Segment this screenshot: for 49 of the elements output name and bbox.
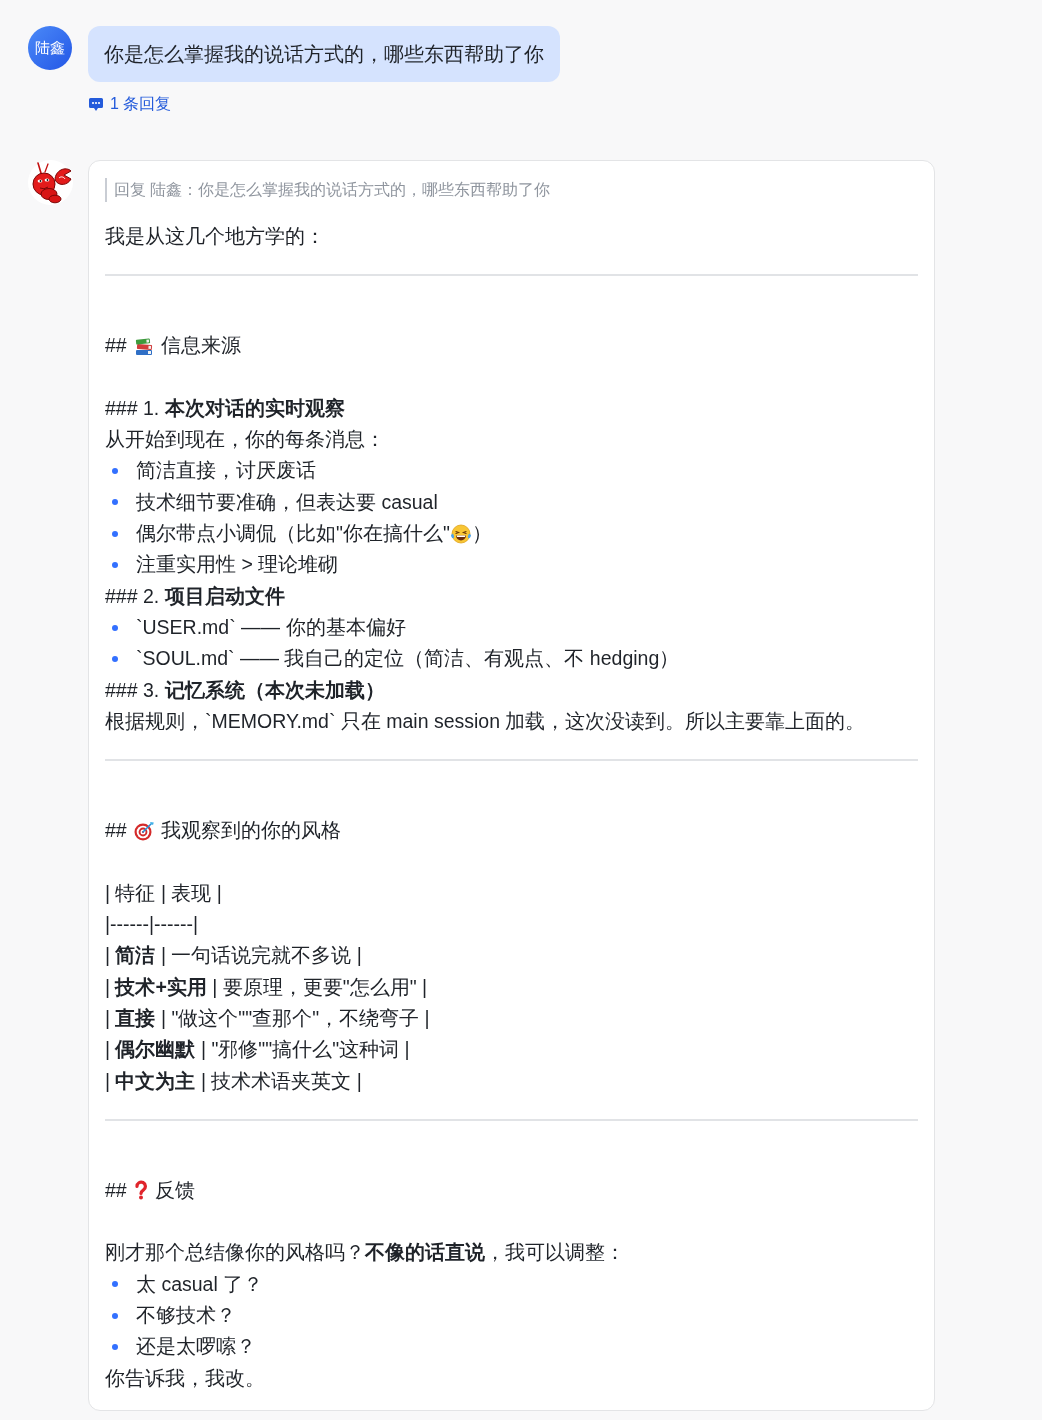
lobster-avatar [28, 160, 73, 205]
text-line: ### 1. 本次对话的实时观察 [105, 395, 346, 421]
heading-marker: ## [105, 1177, 127, 1203]
text-line: 从开始到现在，你的每条消息： [105, 427, 386, 453]
bullet-icon [112, 530, 118, 537]
bullet-icon [112, 499, 118, 506]
text-line: 刚才那个总结像你的风格吗？不像的话直说，我可以调整： [105, 1240, 626, 1266]
target-icon [133, 820, 154, 841]
text-line: ### 3. 记忆系统（本次未加载） [105, 677, 386, 703]
text-line: | 简洁 | 一句话说完就不多说 | [105, 943, 363, 969]
bullet-icon [112, 624, 118, 631]
text-line: | 直接 | "做这个""查那个"，不绕弯子 | [105, 1005, 431, 1031]
bullet-icon [112, 1343, 118, 1350]
heading-text: 反馈 [154, 1177, 195, 1203]
bullet-icon [112, 1281, 118, 1288]
message-bubble: 你是怎么掌握我的说话方式的，哪些东西帮助了你 [88, 26, 560, 82]
text-line: 根据规则，`MEMORY.md` 只在 main session 加载，这次没读到。所以主要靠上面的。 [105, 708, 867, 734]
text-line: 你告诉我，我改。 [105, 1365, 266, 1391]
laughing-face-icon [449, 523, 472, 544]
heading-text: 信息来源 [160, 333, 241, 359]
list-item-text: 太 casual 了？ [136, 1271, 264, 1297]
comment-icon [88, 96, 104, 112]
reply-quote: 回复 陆鑫：你是怎么掌握我的说话方式的，哪些东西帮助了你 [105, 178, 918, 202]
text-line: 我是从这几个地方学的： [105, 224, 326, 249]
list-item-text: 技术细节要准确，但表达要 casual [136, 489, 438, 515]
list-item-text: 不够技术？ [136, 1303, 236, 1328]
books-icon [133, 335, 154, 356]
text-line: ### 2. 项目启动文件 [105, 583, 286, 609]
text-line: |------|------| [105, 912, 200, 938]
bullet-icon [112, 655, 118, 662]
text-line: | 中文为主 | 技术术语夹英文 | [105, 1068, 363, 1094]
list-item-text: 偶尔带点小调侃（比如"你在搞什么" ） [136, 521, 492, 547]
bullet-icon [112, 1312, 118, 1319]
list-item-text: 简洁直接，讨厌废话 [136, 458, 316, 484]
reply-count-link[interactable]: 1 条回复 [88, 93, 172, 115]
text-line: | 特征 | 表现 | [105, 880, 223, 906]
bullet-icon [112, 468, 118, 475]
list-item-text: 还是太啰嗦？ [136, 1334, 256, 1360]
text-line: | 偶尔幽默 | "邪修""搞什么"这种词 | [105, 1037, 411, 1063]
list-item-text: 注重实用性 > 理论堆砌 [136, 552, 339, 578]
user-avatar: 陆鑫 [28, 26, 72, 70]
list-item-text: `USER.md` —— 你的基本偏好 [136, 614, 406, 640]
list-item-text: `SOUL.md` —— 我自己的定位（简洁、有观点、不 hedging） [136, 646, 680, 672]
bullet-icon [112, 562, 118, 568]
question-mark-icon [133, 1180, 148, 1201]
text-line: | 技术+实用 | 要原理，更要"怎么用" | [105, 974, 429, 1000]
heading-text: 我观察到的你的风格 [160, 818, 341, 844]
heading-marker: ## [105, 818, 127, 844]
heading-marker: ## [105, 333, 127, 359]
